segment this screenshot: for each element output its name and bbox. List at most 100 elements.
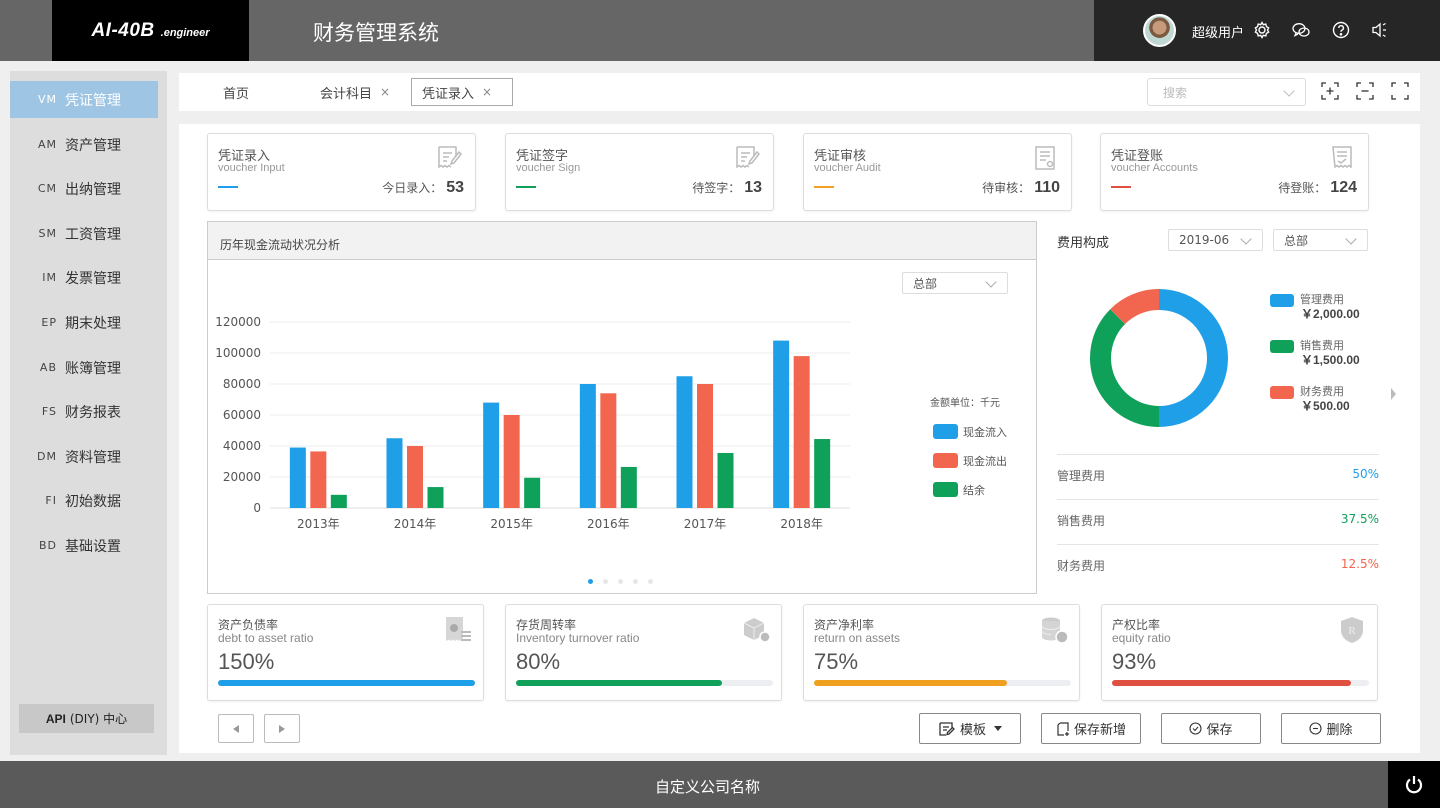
tab-voucher-entry[interactable]: 凭证录入 × bbox=[411, 78, 513, 106]
sign-document-icon bbox=[733, 144, 761, 172]
sidebar-item-initial-data[interactable]: FI 初始数据 bbox=[10, 482, 158, 519]
prev-page-button[interactable] bbox=[218, 714, 254, 743]
legend-swatch bbox=[1270, 294, 1294, 307]
sidebar-item-settings[interactable]: BD 基础设置 bbox=[10, 527, 158, 564]
save-new-icon bbox=[1057, 721, 1069, 736]
carousel-dot[interactable] bbox=[648, 579, 653, 584]
nav-code: DM bbox=[37, 450, 57, 463]
zoom-out-icon[interactable] bbox=[1355, 81, 1375, 101]
voucher-accounts-card[interactable]: 凭证登账 voucher Accounts 待登账： 124 bbox=[1100, 133, 1369, 211]
stat-value: 124 bbox=[1330, 179, 1357, 196]
sidebar-item-data[interactable]: DM 资料管理 bbox=[10, 438, 158, 475]
kpi-subtitle: Inventory turnover ratio bbox=[516, 631, 640, 645]
tab-label: 凭证录入 bbox=[422, 86, 475, 102]
carousel-dot[interactable] bbox=[603, 579, 608, 584]
cashflow-chart-card: 历年现金流动状况分析 总部 0 20000 40000 60000 80000 10000… bbox=[207, 221, 1037, 594]
voucher-audit-card[interactable]: 凭证审核 voucher Audit 待审核： 110 bbox=[803, 133, 1072, 211]
carousel-dots bbox=[588, 579, 653, 584]
sidebar-item-ledger[interactable]: AB 账簿管理 bbox=[10, 349, 158, 386]
box-icon bbox=[741, 615, 771, 645]
carousel-dot[interactable] bbox=[588, 579, 593, 584]
speaker-icon[interactable] bbox=[1370, 20, 1390, 40]
nav-code: AM bbox=[37, 138, 57, 151]
document-coin-icon bbox=[443, 615, 473, 645]
legend-label: 结余 bbox=[963, 483, 985, 497]
carousel-dot[interactable] bbox=[633, 579, 638, 584]
chart-branch-select[interactable]: 总部 bbox=[902, 272, 1008, 294]
kpi-progress-fill bbox=[1112, 680, 1351, 686]
card-stat: 待审核： 110 bbox=[982, 179, 1060, 197]
username[interactable]: 超级用户 bbox=[1192, 22, 1244, 41]
chevron-down-icon bbox=[1240, 233, 1252, 245]
template-label: 模板 bbox=[959, 723, 986, 738]
x-tick-label: 2013年 bbox=[297, 517, 340, 531]
x-tick-label: 2017年 bbox=[684, 517, 727, 531]
stat-label: 待登账： bbox=[1278, 181, 1327, 195]
fullscreen-icon[interactable] bbox=[1390, 81, 1410, 101]
avatar[interactable] bbox=[1143, 14, 1176, 47]
bar-2 bbox=[620, 466, 637, 508]
sidebar-item-reports[interactable]: FS 财务报表 bbox=[10, 393, 158, 430]
settings-icon[interactable] bbox=[1252, 20, 1272, 40]
percent-row: 管理费用 50% bbox=[1057, 454, 1379, 499]
nav-code: FI bbox=[45, 494, 57, 507]
stat-label: 待审核： bbox=[982, 181, 1031, 195]
delete-button[interactable]: 删除 bbox=[1281, 713, 1381, 744]
coins-icon bbox=[1039, 615, 1069, 645]
tab-label: 首页 bbox=[223, 86, 250, 102]
sidebar: VM 凭证管理 AM 资产管理 CM 出纳管理 SM 工资管理 IM 发票管理 EP 期末处… bbox=[10, 71, 167, 755]
close-icon[interactable]: × bbox=[380, 85, 390, 99]
y-tick-label: 100000 bbox=[215, 346, 261, 360]
nav-label: 期末处理 bbox=[65, 315, 121, 332]
sidebar-item-cashier[interactable]: CM 出纳管理 bbox=[10, 170, 158, 207]
voucher-sign-card[interactable]: 凭证签字 voucher Sign 待签字： 13 bbox=[505, 133, 774, 211]
bar-0 bbox=[386, 438, 403, 508]
carousel-dot[interactable] bbox=[618, 579, 623, 584]
api-center-button[interactable]: API (DIY) 中心 bbox=[19, 704, 154, 733]
check-circle-icon bbox=[1189, 722, 1203, 735]
sidebar-item-voucher[interactable]: VM 凭证管理 bbox=[10, 81, 158, 118]
nav-label: 基础设置 bbox=[65, 538, 121, 555]
wechat-icon[interactable] bbox=[1291, 20, 1311, 40]
tab-accounts[interactable]: 会计科目 × bbox=[320, 78, 390, 106]
footer: 自定义公司名称 bbox=[0, 761, 1440, 808]
legend-amount: ￥2,000.00 bbox=[1301, 307, 1360, 321]
kpi-card-roa: 资产净利率 return on assets 75% bbox=[803, 604, 1080, 701]
kpi-subtitle: equity ratio bbox=[1112, 631, 1171, 645]
nav-code: VM bbox=[37, 93, 57, 106]
stat-value: 110 bbox=[1034, 179, 1060, 196]
sidebar-item-salary[interactable]: SM 工资管理 bbox=[10, 215, 158, 252]
kpi-subtitle: debt to asset ratio bbox=[218, 631, 314, 645]
y-tick-label: 20000 bbox=[223, 470, 261, 484]
power-button[interactable] bbox=[1388, 761, 1440, 808]
save-button[interactable]: 保存 bbox=[1161, 713, 1261, 744]
card-subtitle: voucher Sign bbox=[516, 162, 581, 174]
shield-icon: R bbox=[1337, 615, 1367, 645]
search-select[interactable]: 搜索 bbox=[1147, 78, 1306, 106]
x-tick-label: 2015年 bbox=[490, 517, 533, 531]
stat-value: 53 bbox=[446, 179, 464, 196]
save-new-button[interactable]: 保存新增 bbox=[1041, 713, 1141, 744]
tab-home[interactable]: 首页 bbox=[223, 78, 249, 106]
legend-amount: ￥1,500.00 bbox=[1301, 353, 1360, 367]
sidebar-item-invoice[interactable]: IM 发票管理 bbox=[10, 259, 158, 296]
sidebar-item-assets[interactable]: AM 资产管理 bbox=[10, 126, 158, 163]
expense-panel: 费用构成 2019-06 总部 管理费用 ￥2,000.00 销售费用 ￥1,500… bbox=[1049, 221, 1394, 573]
card-accent bbox=[814, 186, 834, 188]
help-icon[interactable] bbox=[1331, 20, 1351, 40]
template-button[interactable]: 模板 bbox=[919, 713, 1021, 744]
edit-document-icon bbox=[435, 144, 463, 172]
next-arrow-icon[interactable] bbox=[1391, 388, 1396, 400]
percent-name: 销售费用 bbox=[1057, 514, 1106, 528]
period-select[interactable]: 2019-06 bbox=[1168, 229, 1263, 251]
sidebar-item-period-end[interactable]: EP 期末处理 bbox=[10, 304, 158, 341]
kpi-progress-bar bbox=[218, 680, 475, 686]
svg-text:R: R bbox=[1348, 625, 1356, 637]
voucher-input-card[interactable]: 凭证录入 voucher Input 今日录入： 53 bbox=[207, 133, 476, 211]
close-icon[interactable]: × bbox=[482, 85, 492, 99]
zoom-in-icon[interactable] bbox=[1320, 81, 1340, 101]
bar-2 bbox=[717, 452, 734, 508]
nav-label: 凭证管理 bbox=[65, 92, 121, 109]
next-page-button[interactable] bbox=[264, 714, 300, 743]
branch-select[interactable]: 总部 bbox=[1273, 229, 1368, 251]
